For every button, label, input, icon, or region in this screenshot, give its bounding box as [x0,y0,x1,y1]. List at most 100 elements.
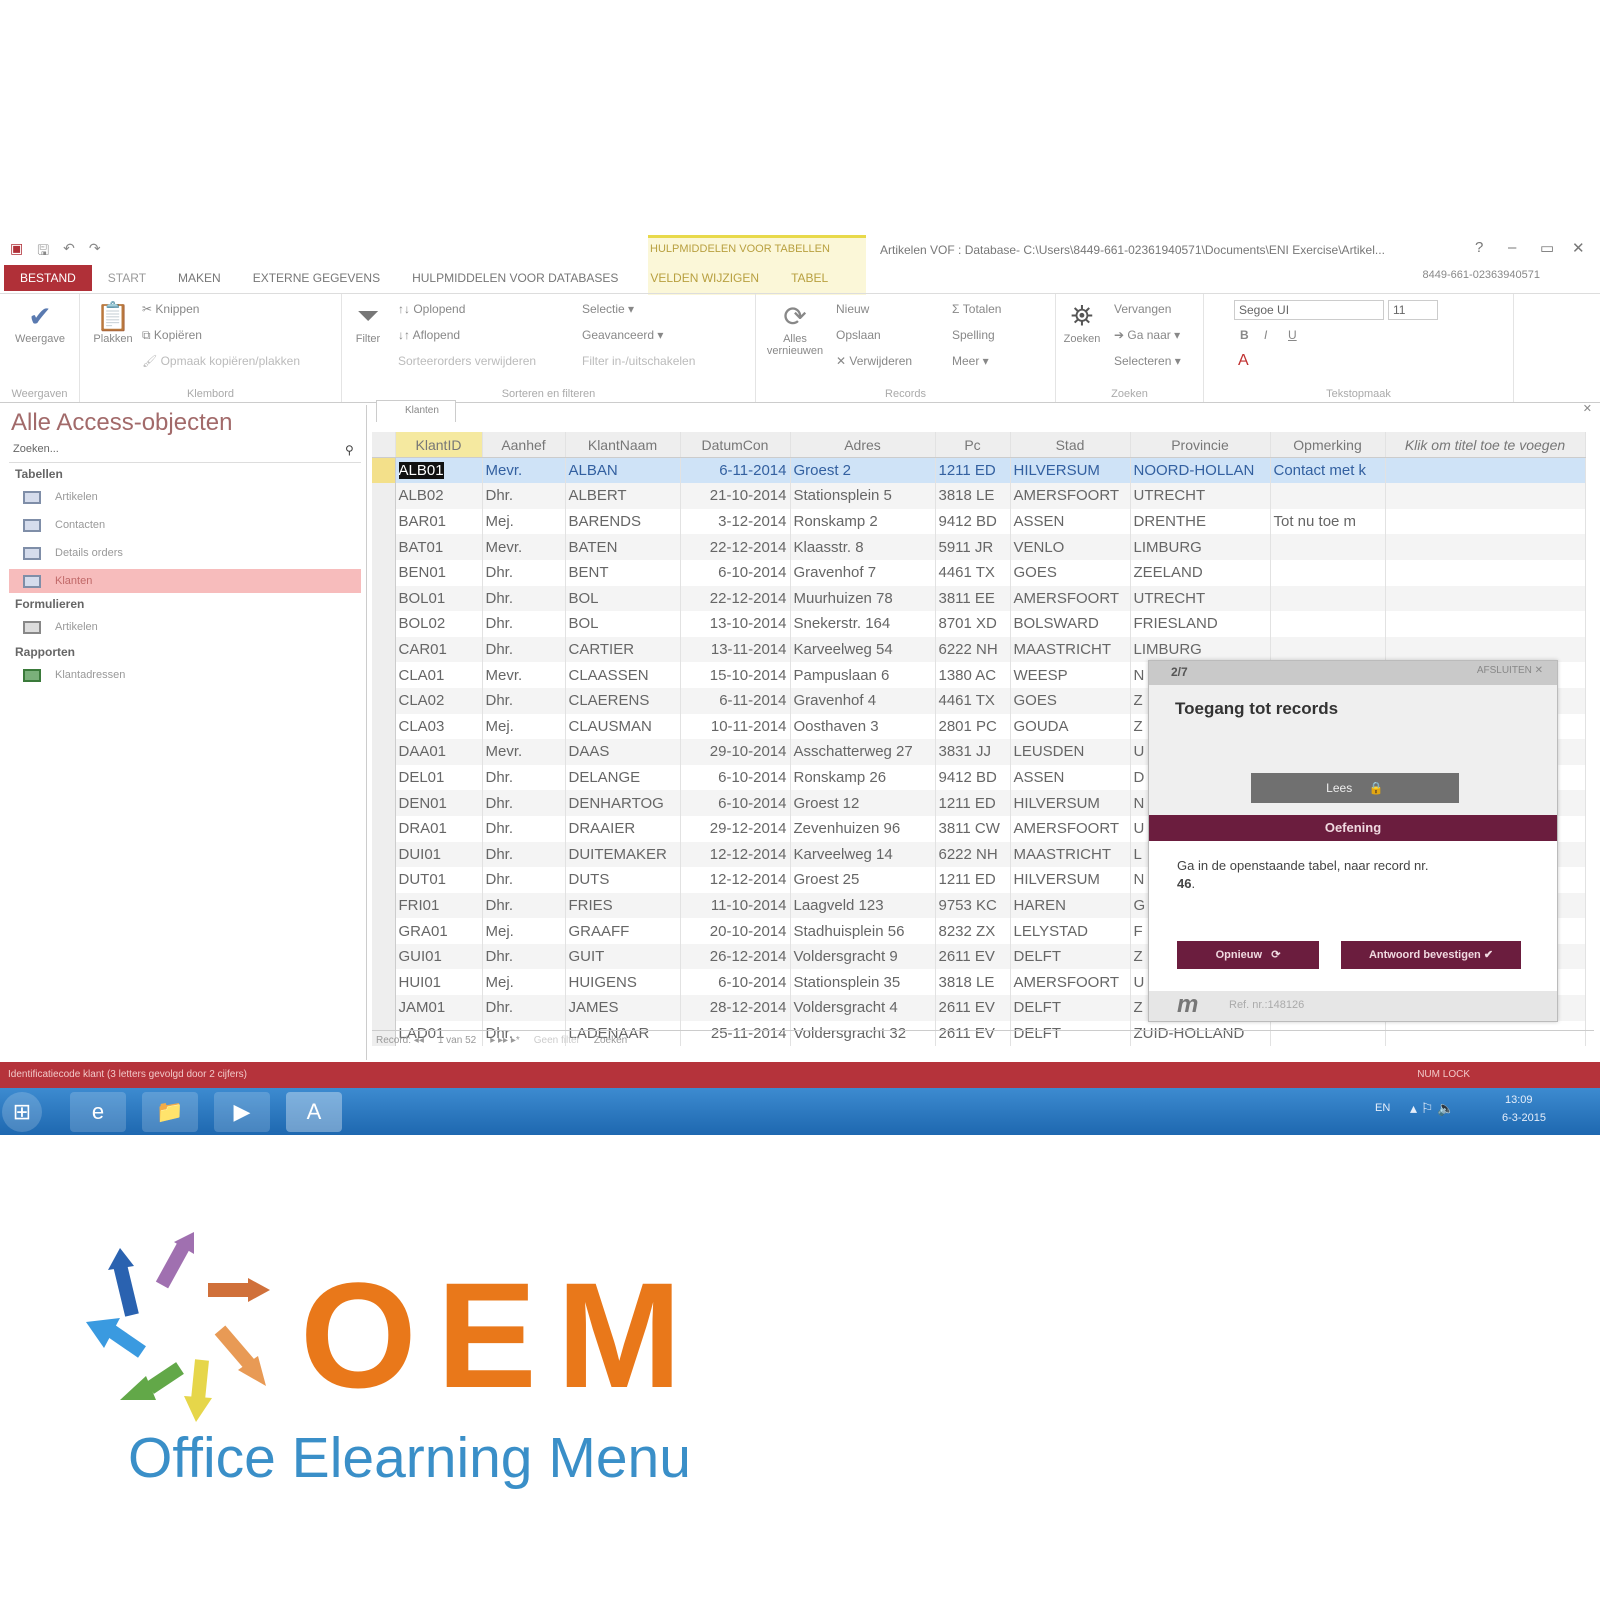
table-cell[interactable] [1385,585,1586,612]
table-cell[interactable]: 9412 BD [935,764,1011,791]
table-cell[interactable]: FRIESLAND [1130,611,1271,637]
table-cell[interactable]: 2801 PC [935,713,1011,740]
zoeken-button[interactable]: ⛯ Zoeken [1060,300,1104,345]
table-cell[interactable]: 2611 EV [935,995,1011,1021]
knippen-button[interactable]: ✂ Knippen [142,302,199,316]
table-cell[interactable] [1270,636,1386,663]
table-cell[interactable]: GOUDA [1010,713,1131,740]
row-selector[interactable] [372,457,396,484]
nav-item-artikelen[interactable]: Artikelen [9,485,361,509]
table-cell[interactable]: BOL02 [395,611,483,637]
table-cell[interactable]: 11-10-2014 [680,892,791,919]
table-cell[interactable]: Gravenhof 7 [790,559,936,586]
table-cell[interactable]: CLA01 [395,662,483,688]
table-cell[interactable]: 3811 CW [935,815,1011,842]
table-cell[interactable]: 21-10-2014 [680,483,791,509]
table-cell[interactable]: 6-10-2014 [680,969,791,996]
kopieren-button[interactable]: ⧉ Kopiëren [142,328,202,343]
table-cell[interactable]: CAR01 [395,636,483,663]
table-cell[interactable]: HILVERSUM [1010,457,1131,484]
table-cell[interactable]: Voldersgracht 4 [790,995,936,1021]
row-selector[interactable] [372,662,396,688]
row-selector[interactable] [372,611,396,637]
tab-bestand[interactable]: BESTAND [4,265,92,291]
table-cell[interactable]: Dhr. [482,790,566,816]
tab-maken[interactable]: MAKEN [162,265,237,291]
table-cell[interactable]: 6-10-2014 [680,559,791,586]
table-cell[interactable]: CLAERENS [565,687,681,714]
language-indicator[interactable]: EN [1375,1102,1390,1114]
table-cell[interactable]: Snekerstr. 164 [790,611,936,637]
table-cell[interactable]: Dhr. [482,585,566,612]
nav-title[interactable]: Alle Access-objecten [11,409,232,437]
table-cell[interactable]: DRENTHE [1130,508,1271,535]
row-selector[interactable] [372,483,396,509]
table-cell[interactable]: Karveelweg 54 [790,636,936,663]
table-cell[interactable]: LEUSDEN [1010,739,1131,765]
table-cell[interactable]: Groest 25 [790,867,936,893]
row-selector[interactable] [372,995,396,1021]
column-header[interactable]: KlantID [395,432,483,459]
tab-hulpmiddelen-databases[interactable]: HULPMIDDELEN VOOR DATABASES [396,265,634,291]
table-cell[interactable]: 3811 EE [935,585,1011,612]
minimize-button[interactable]: – [1508,239,1516,256]
table-cell[interactable]: Mej. [482,918,566,944]
record-nav-next[interactable]: ▸ ▸▸ ▸* [490,1035,520,1046]
table-cell[interactable]: Groest 12 [790,790,936,816]
ga-naar-button[interactable]: ➔ Ga naar ▾ [1114,328,1180,342]
row-selector[interactable] [372,585,396,612]
table-cell[interactable]: LIMBURG [1130,534,1271,560]
table-cell[interactable]: Ronskamp 2 [790,508,936,535]
table-cell[interactable]: Contact met k [1270,457,1386,484]
nav-item-form-artikelen[interactable]: Artikelen [9,615,361,639]
table-cell[interactable] [1385,636,1586,663]
geavanceerd-button[interactable]: Geavanceerd ▾ [582,328,663,342]
table-cell[interactable]: 1211 ED [935,790,1011,816]
font-size-select[interactable]: 11 [1388,300,1438,320]
filter-button[interactable]: ⏷ Filter [348,300,388,345]
aflopend-button[interactable]: ↓↑ Aflopend [398,328,460,342]
opmaak-kopieren-button[interactable]: 🖌 Opmaak kopiëren/plakken [142,354,300,368]
nieuw-button[interactable]: Nieuw [836,302,869,316]
close-button[interactable]: ✕ [1572,239,1585,257]
oplopend-button[interactable]: ↑↓ Oplopend [398,302,465,316]
row-selector[interactable] [372,687,396,714]
table-cell[interactable]: CLAUSMAN [565,713,681,740]
table-cell[interactable]: DUTS [565,867,681,893]
table-cell[interactable]: 22-12-2014 [680,585,791,612]
table-cell[interactable]: DUI01 [395,841,483,868]
column-header[interactable]: Provincie [1130,432,1271,459]
table-cell[interactable]: Mej. [482,713,566,740]
record-search-input[interactable]: Zoeken [594,1035,627,1046]
popup-close-button[interactable]: AFSLUITEN ✕ [1477,665,1543,676]
table-cell[interactable]: 29-12-2014 [680,815,791,842]
table-cell[interactable]: 13-10-2014 [680,611,791,637]
table-cell[interactable]: ALB02 [395,483,483,509]
table-cell[interactable]: Laagveld 123 [790,892,936,919]
sortering-verwijderen-button[interactable]: Sorteerorders verwijderen [398,354,536,368]
ie-icon[interactable]: e [70,1092,126,1132]
table-cell[interactable]: 8701 XD [935,611,1011,637]
table-cell[interactable]: BOL [565,585,681,612]
user-account[interactable]: 8449-661-02363940571 [1423,269,1540,281]
table-cell[interactable]: Dhr. [482,892,566,919]
table-cell[interactable]: Dhr. [482,611,566,637]
table-row[interactable]: ALB01 Mevr. ALBAN 6-11-2014 Groest 2 1211 ED H… [372,457,1586,484]
bold-button[interactable]: B [1240,328,1249,342]
table-cell[interactable]: Stadhuisplein 56 [790,918,936,944]
table-cell[interactable] [1270,559,1386,586]
table-cell[interactable]: 6222 NH [935,841,1011,868]
table-cell[interactable]: 8232 ZX [935,918,1011,944]
table-cell[interactable]: BOLSWARD [1010,611,1131,637]
table-cell[interactable]: Klaasstr. 8 [790,534,936,560]
column-header[interactable]: Klik om titel toe te voegen [1385,432,1586,459]
restore-button[interactable]: ▭ [1540,239,1554,257]
verwijderen-button[interactable]: ✕ Verwijderen [836,354,912,368]
row-selector[interactable] [372,867,396,893]
table-cell[interactable]: ALB01 [395,457,483,484]
table-cell[interactable]: VENLO [1010,534,1131,560]
table-cell[interactable]: DEN01 [395,790,483,816]
help-button[interactable]: ? [1475,239,1483,256]
spelling-button[interactable]: Spelling [952,328,995,342]
table-row[interactable]: BAT01 Mevr. BATEN 22-12-2014 Klaasstr. 8 5911… [372,534,1586,560]
